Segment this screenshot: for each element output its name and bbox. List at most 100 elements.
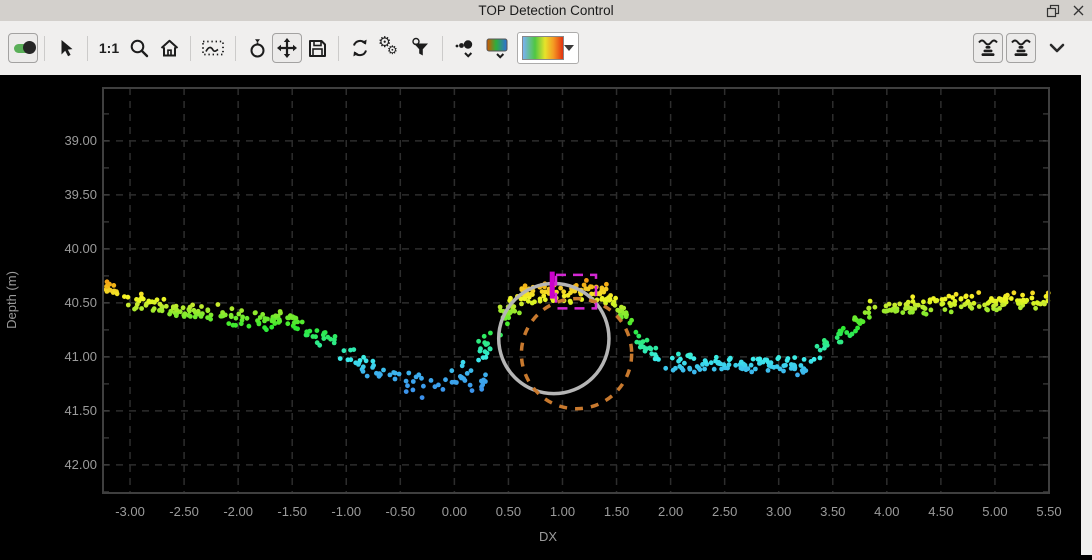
scatter-point <box>882 309 887 314</box>
scatter-point <box>317 343 322 348</box>
scatter-point <box>285 315 290 320</box>
scatter-point <box>285 321 290 326</box>
scatter-point <box>1044 294 1049 299</box>
y-tick-label: 40.00 <box>64 241 97 256</box>
scatter-point <box>315 328 320 333</box>
scatter-point <box>111 283 116 288</box>
scatter-point <box>174 313 179 318</box>
scatter-point <box>656 357 661 362</box>
scatter-point <box>478 349 483 354</box>
mini-colormap-button[interactable] <box>481 33 513 63</box>
scatter-point <box>692 370 697 375</box>
scatter-point <box>837 340 842 345</box>
settings-button[interactable]: ⚙⚙ <box>375 33 405 63</box>
plot-panel[interactable]: -3.00-2.50-2.00-1.50-1.00-0.500.000.501.… <box>0 75 1081 555</box>
y-tick-label: 39.50 <box>64 187 97 202</box>
scatter-point <box>884 304 889 309</box>
scatter-point <box>321 333 326 338</box>
scatter-point <box>781 369 786 374</box>
separator <box>235 36 236 61</box>
scatter-point <box>986 301 991 306</box>
scatter-point <box>356 362 361 367</box>
refresh-button[interactable] <box>345 33 375 63</box>
scatter-point <box>146 299 151 304</box>
scatter-point <box>615 308 620 313</box>
scale-1-1-button[interactable]: 1:1 <box>94 33 124 63</box>
titlebar[interactable]: TOP Detection Control <box>0 0 1092 21</box>
scatter-point <box>856 320 861 325</box>
zoom-tool-button[interactable] <box>124 33 154 63</box>
scatter-point <box>429 378 434 383</box>
scatter-point <box>326 335 331 340</box>
x-axis-title: DX <box>539 529 557 544</box>
scatter-point <box>505 321 510 326</box>
filter-button[interactable] <box>405 33 436 63</box>
scatter-point <box>921 299 926 304</box>
scatter-point <box>751 357 756 362</box>
scatter-point <box>702 367 707 372</box>
scatter-point <box>1009 296 1014 301</box>
scatter-point <box>469 368 474 373</box>
buoy-detect-button-1[interactable] <box>973 33 1003 63</box>
buoy-icon <box>976 36 1000 60</box>
scatter-point <box>712 367 717 372</box>
scatter-point <box>208 317 213 322</box>
scatter-point <box>526 299 531 304</box>
scatter-point <box>517 311 522 316</box>
scatter-point <box>152 306 157 311</box>
scatter-point <box>687 353 692 358</box>
scatter-point <box>144 303 149 308</box>
scatter-point <box>361 369 366 374</box>
profile-roi-button[interactable] <box>197 33 229 63</box>
scatter-point <box>479 387 484 392</box>
scatter-point <box>278 311 283 316</box>
buoy-detect-button-2[interactable] <box>1006 33 1036 63</box>
save-button[interactable] <box>302 33 332 63</box>
scatter-point <box>443 377 448 382</box>
scatter-point <box>1000 302 1005 307</box>
buoy-icon <box>1009 36 1033 60</box>
filter-funnel-icon <box>408 36 433 60</box>
x-tick-label: -1.50 <box>277 504 307 519</box>
scatter-point <box>523 283 528 288</box>
scatter-point <box>719 367 724 372</box>
depth-scatter-plot[interactable]: -3.00-2.50-2.00-1.50-1.00-0.500.000.501.… <box>0 75 1081 555</box>
home-view-button[interactable] <box>154 33 184 63</box>
close-icon[interactable] <box>1070 3 1086 19</box>
window-title: TOP Detection Control <box>478 3 613 18</box>
scatter-point <box>749 370 754 375</box>
scatter-point <box>411 388 416 393</box>
scatter-point <box>269 325 274 330</box>
scatter-point <box>599 297 604 302</box>
titlebar-controls <box>1045 0 1086 21</box>
scatter-point <box>253 311 258 316</box>
float-window-icon[interactable] <box>1045 3 1061 19</box>
pan-tool-button[interactable] <box>272 33 302 63</box>
right-edge-strip <box>1081 75 1092 555</box>
separator <box>338 36 339 61</box>
scatter-point <box>897 302 902 307</box>
scatter-point <box>245 316 250 321</box>
scatter-point <box>543 297 548 302</box>
collapse-toolbar-button[interactable] <box>1042 33 1072 63</box>
scatter-point <box>841 326 846 331</box>
scatter-point <box>420 395 425 400</box>
pointer-tool-button[interactable] <box>51 33 81 63</box>
colormap-dropdown[interactable] <box>517 32 579 64</box>
timer-button[interactable] <box>242 33 272 63</box>
move-arrows-icon <box>275 36 299 60</box>
point-size-icon <box>452 35 478 61</box>
scatter-point <box>905 301 910 306</box>
scatter-point <box>677 364 682 369</box>
gears-icon: ⚙⚙ <box>378 35 402 61</box>
point-size-button[interactable] <box>449 33 481 63</box>
toggle-on-icon <box>14 44 32 53</box>
scatter-point <box>484 342 489 347</box>
scatter-point <box>558 286 563 291</box>
scatter-point <box>488 346 493 351</box>
x-tick-label: -2.50 <box>169 504 199 519</box>
scatter-point <box>692 356 697 361</box>
scatter-point <box>313 334 318 339</box>
enable-toggle-button[interactable] <box>8 33 38 63</box>
scatter-point <box>959 297 964 302</box>
